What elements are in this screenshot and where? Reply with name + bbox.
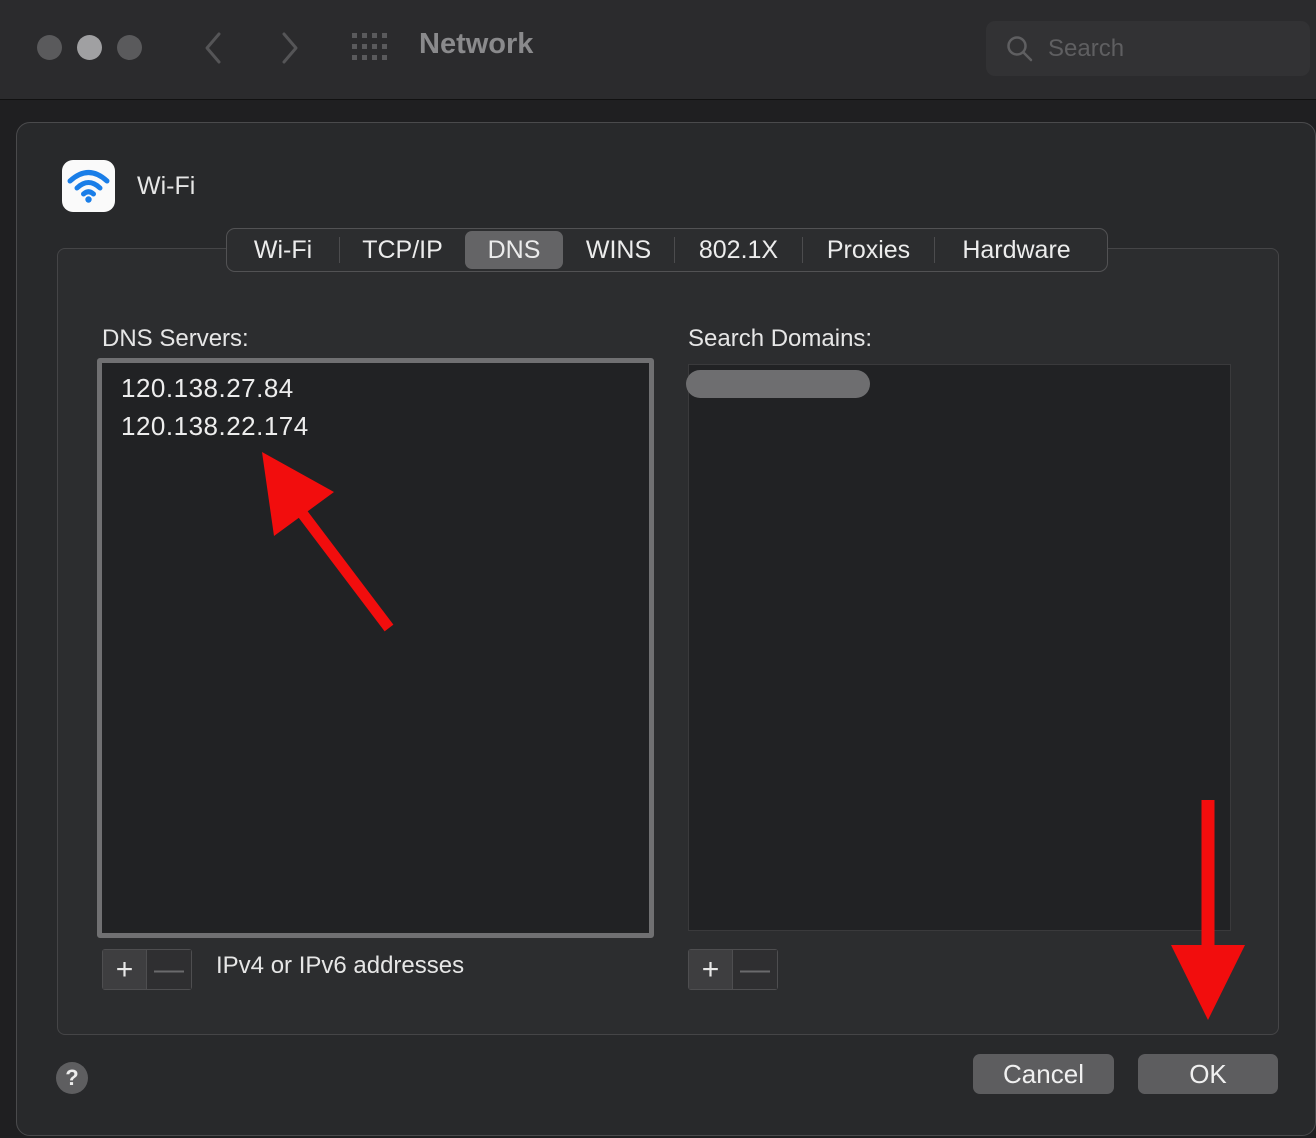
minimize-window-button[interactable] <box>77 35 102 60</box>
cancel-button[interactable]: Cancel <box>973 1054 1114 1094</box>
tab-tcpip[interactable]: TCP/IP <box>340 229 465 271</box>
back-icon[interactable] <box>199 30 229 66</box>
remove-dns-server-button[interactable]: — <box>147 950 191 989</box>
tab-proxies[interactable]: Proxies <box>803 229 934 271</box>
dns-server-row[interactable]: 120.138.22.174 <box>121 411 309 442</box>
remove-search-domain-button[interactable]: — <box>733 950 777 989</box>
tab-bar: Wi-Fi TCP/IP DNS WINS 802.1X Proxies Har… <box>226 228 1108 272</box>
interface-name: Wi-Fi <box>137 172 196 200</box>
close-window-button[interactable] <box>37 35 62 60</box>
ok-button[interactable]: OK <box>1138 1054 1278 1094</box>
redacted-search-domain[interactable] <box>686 370 870 398</box>
tab-hardware[interactable]: Hardware <box>935 229 1098 271</box>
search-field[interactable]: Search <box>986 21 1310 76</box>
add-search-domain-button[interactable]: + <box>689 950 734 989</box>
tab-wins[interactable]: WINS <box>563 229 674 271</box>
tab-dns[interactable]: DNS <box>465 231 563 269</box>
wifi-icon <box>62 160 115 212</box>
tab-8021x[interactable]: 802.1X <box>675 229 802 271</box>
help-button[interactable]: ? <box>56 1062 88 1094</box>
search-domains-list[interactable] <box>688 364 1231 931</box>
dns-servers-list[interactable]: 120.138.27.84 120.138.22.174 <box>97 358 654 938</box>
show-all-grid-icon[interactable] <box>351 32 389 62</box>
search-icon <box>1007 36 1033 62</box>
dns-server-row[interactable]: 120.138.27.84 <box>121 373 294 404</box>
tab-wifi[interactable]: Wi-Fi <box>227 229 339 271</box>
window-title: Network <box>419 28 534 60</box>
window-titlebar: Network Search <box>0 0 1316 100</box>
dns-servers-add-remove-control: + — <box>102 949 192 990</box>
add-dns-server-button[interactable]: + <box>103 950 148 989</box>
search-placeholder: Search <box>1048 35 1125 62</box>
zoom-window-button[interactable] <box>117 35 142 60</box>
dns-address-hint: IPv4 or IPv6 addresses <box>216 952 465 979</box>
forward-icon[interactable] <box>274 30 304 66</box>
search-domains-add-remove-control: + — <box>688 949 778 990</box>
search-domains-label: Search Domains: <box>688 325 873 352</box>
dns-servers-label: DNS Servers: <box>102 325 249 352</box>
